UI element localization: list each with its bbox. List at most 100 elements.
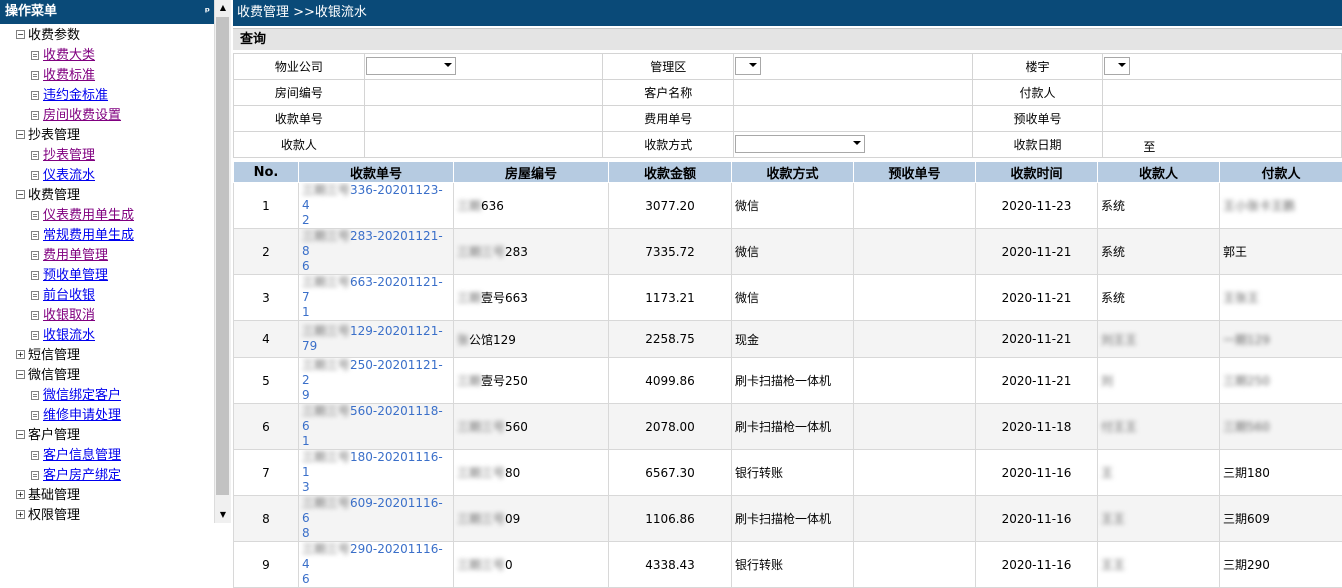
menu-group-label[interactable]: 微信管理 xyxy=(28,366,80,386)
text-input[interactable] xyxy=(365,106,607,133)
menu-item-link[interactable]: 维修申请处理 xyxy=(43,406,121,426)
menu-group-label[interactable]: 抄表管理 xyxy=(28,126,80,146)
column-header[interactable]: 付款人 xyxy=(1220,162,1342,183)
expand-toggle-icon[interactable]: + xyxy=(16,510,25,519)
select-box[interactable] xyxy=(735,57,761,75)
expand-toggle-icon[interactable]: + xyxy=(16,350,25,359)
menu-item[interactable]: 房间收费设置 xyxy=(0,106,214,126)
menu-item[interactable]: 微信绑定客户 xyxy=(0,386,214,406)
column-header[interactable]: 房屋编号 xyxy=(454,162,609,183)
receipt-no-link[interactable]: 三期三号290-20201116-46 xyxy=(299,542,454,588)
table-row[interactable]: 1三期三号336-20201123-42三期6363077.20微信2020-1… xyxy=(234,183,1342,229)
menu-item-link[interactable]: 收费标准 xyxy=(43,66,95,86)
menu-item-link[interactable]: 常规费用单生成 xyxy=(43,226,134,246)
receipt-no-link[interactable]: 三期三号560-20201118-61 xyxy=(299,404,454,450)
dropdown-arrow-icon[interactable] xyxy=(853,141,861,145)
table-row[interactable]: 4三期三号129-20201121-79张公馆1292258.75现金2020-… xyxy=(234,321,1342,358)
column-header[interactable]: 收款时间 xyxy=(976,162,1098,183)
column-header[interactable]: 收款人 xyxy=(1098,162,1220,183)
menu-group-label[interactable]: 基础管理 xyxy=(28,486,80,506)
column-header[interactable]: 收款金额 xyxy=(609,162,732,183)
receipt-no-link[interactable]: 三期三号663-20201121-71 xyxy=(299,275,454,321)
menu-group[interactable]: +基础管理 xyxy=(0,486,214,506)
table-row[interactable]: 6三期三号560-20201118-61三期三号5602078.00刷卡扫描枪一… xyxy=(234,404,1342,450)
menu-item-link[interactable]: 收费大类 xyxy=(43,46,95,66)
menu-item-link[interactable]: 客户信息管理 xyxy=(43,446,121,466)
receipt-no-link[interactable]: 三期三号283-20201121-86 xyxy=(299,229,454,275)
expand-toggle-icon[interactable]: + xyxy=(16,490,25,499)
receipt-no-text-cont[interactable]: 6 xyxy=(302,259,310,273)
menu-item-link[interactable]: 微信绑定客户 xyxy=(43,386,121,406)
column-header[interactable]: 收款单号 xyxy=(299,162,454,183)
menu-item[interactable]: 前台收银 xyxy=(0,286,214,306)
select-box[interactable] xyxy=(1104,57,1130,75)
receipt-no-link[interactable]: 三期三号129-20201121-79 xyxy=(299,321,454,358)
collapse-toggle-icon[interactable]: − xyxy=(16,430,25,439)
collapse-toggle-icon[interactable]: − xyxy=(16,370,25,379)
menu-item-link[interactable]: 收银取消 xyxy=(43,306,95,326)
receipt-no-text[interactable]: 129-20201121- xyxy=(350,324,443,338)
collapse-toggle-icon[interactable]: − xyxy=(16,190,25,199)
receipt-no-text-cont[interactable]: 6 xyxy=(302,572,310,586)
select-box[interactable] xyxy=(366,57,456,75)
menu-item[interactable]: 费用单管理 xyxy=(0,246,214,266)
receipt-no-link[interactable]: 三期三号250-20201121-29 xyxy=(299,358,454,404)
text-input[interactable] xyxy=(734,80,976,107)
receipt-no-text-cont[interactable]: 1 xyxy=(302,434,310,448)
menu-item-link[interactable]: 抄表管理 xyxy=(43,146,95,166)
menu-item[interactable]: 收银取消 xyxy=(0,306,214,326)
menu-group[interactable]: −客户管理 xyxy=(0,426,214,446)
text-input[interactable] xyxy=(1103,106,1342,133)
select-box[interactable] xyxy=(735,135,865,153)
menu-group[interactable]: −微信管理 xyxy=(0,366,214,386)
receipt-no-link[interactable]: 三期三号336-20201123-42 xyxy=(299,183,454,229)
menu-item[interactable]: 客户信息管理 xyxy=(0,446,214,466)
menu-group-label[interactable]: 权限管理 xyxy=(28,506,80,523)
menu-group[interactable]: −抄表管理 xyxy=(0,126,214,146)
menu-item[interactable]: 仪表费用单生成 xyxy=(0,206,214,226)
menu-group[interactable]: +短信管理 xyxy=(0,346,214,366)
table-row[interactable]: 9三期三号290-20201116-46三期三号04338.43银行转账2020… xyxy=(234,542,1342,588)
text-input[interactable] xyxy=(1103,80,1342,107)
menu-item[interactable]: 维修申请处理 xyxy=(0,406,214,426)
column-header[interactable]: 预收单号 xyxy=(854,162,976,183)
menu-item[interactable]: 仪表流水 xyxy=(0,166,214,186)
menu-group[interactable]: −收费管理 xyxy=(0,186,214,206)
table-row[interactable]: 2三期三号283-20201121-86三期三号2837335.72微信2020… xyxy=(234,229,1342,275)
receipt-no-link[interactable]: 三期三号609-20201116-68 xyxy=(299,496,454,542)
receipt-no-text-cont[interactable]: 1 xyxy=(302,305,310,319)
text-input[interactable] xyxy=(365,80,607,107)
menu-group-label[interactable]: 短信管理 xyxy=(28,346,80,366)
menu-item-link[interactable]: 前台收银 xyxy=(43,286,95,306)
scroll-up-arrow-icon[interactable]: ▲ xyxy=(215,0,231,16)
menu-item[interactable]: 客户房产绑定 xyxy=(0,466,214,486)
menu-item[interactable]: 收银流水 xyxy=(0,326,214,346)
receipt-no-text-cont[interactable]: 2 xyxy=(302,213,310,227)
menu-item[interactable]: 收费标准 xyxy=(0,66,214,86)
menu-group[interactable]: −收费参数 xyxy=(0,26,214,46)
dropdown-arrow-icon[interactable] xyxy=(444,63,452,67)
column-header[interactable]: No. xyxy=(234,162,299,183)
table-row[interactable]: 7三期三号180-20201116-13三期三号806567.30银行转账202… xyxy=(234,450,1342,496)
scroll-thumb[interactable] xyxy=(216,17,229,495)
menu-group-label[interactable]: 客户管理 xyxy=(28,426,80,446)
menu-item-link[interactable]: 费用单管理 xyxy=(43,246,108,266)
text-input[interactable] xyxy=(365,132,607,159)
menu-item-link[interactable]: 仪表流水 xyxy=(43,166,95,186)
menu-item[interactable]: 常规费用单生成 xyxy=(0,226,214,246)
receipt-no-text-cont[interactable]: 79 xyxy=(302,339,317,353)
menu-group[interactable]: +权限管理 xyxy=(0,506,214,523)
receipt-no-text-cont[interactable]: 3 xyxy=(302,480,310,494)
menu-item[interactable]: 抄表管理 xyxy=(0,146,214,166)
receipt-no-text-cont[interactable]: 8 xyxy=(302,526,310,540)
menu-item-link[interactable]: 房间收费设置 xyxy=(43,106,121,126)
menu-group-label[interactable]: 收费参数 xyxy=(28,26,80,46)
column-header[interactable]: 收款方式 xyxy=(732,162,854,183)
menu-item[interactable]: 预收单管理 xyxy=(0,266,214,286)
menu-item[interactable]: 违约金标准 xyxy=(0,86,214,106)
menu-item-link[interactable]: 违约金标准 xyxy=(43,86,108,106)
receipt-no-link[interactable]: 三期三号180-20201116-13 xyxy=(299,450,454,496)
collapse-toggle-icon[interactable]: − xyxy=(16,30,25,39)
menu-item-link[interactable]: 收银流水 xyxy=(43,326,95,346)
menu-group-label[interactable]: 收费管理 xyxy=(28,186,80,206)
